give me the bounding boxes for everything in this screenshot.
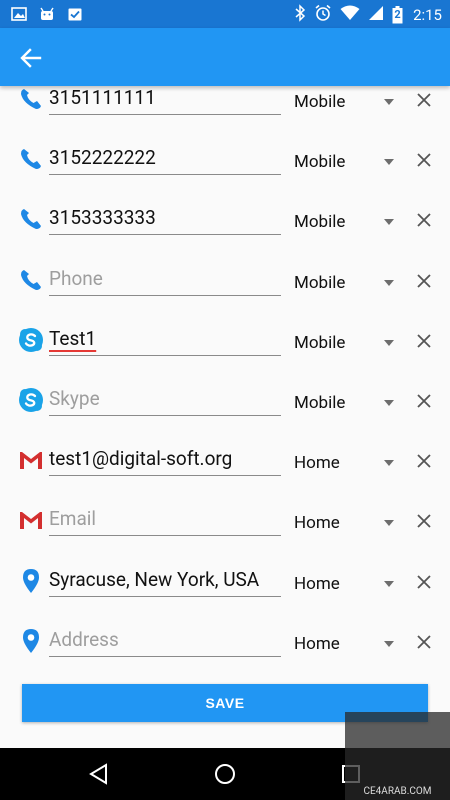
wifi-icon (340, 5, 360, 25)
android-notification-icon (38, 5, 56, 23)
remove-field-icon[interactable] (414, 90, 434, 110)
gmail-icon (18, 507, 44, 533)
dropdown-arrow-icon[interactable] (384, 460, 394, 467)
input-value: 3151111111 (49, 86, 156, 109)
phone-icon (18, 146, 44, 172)
watermark-logo: CE4ARAB.COM (345, 712, 450, 800)
phone-input[interactable]: 3153333333 (49, 204, 281, 236)
status-bar: 2 2:15 (0, 0, 450, 28)
image-notification-icon (10, 5, 28, 23)
type-selector[interactable]: Home (294, 632, 340, 656)
type-selector[interactable]: Mobile (294, 90, 345, 114)
type-selector[interactable]: Home (294, 572, 340, 596)
remove-field-icon[interactable] (414, 331, 434, 351)
phone-icon (18, 267, 44, 293)
field-row: Phone Mobile (0, 251, 450, 311)
dropdown-arrow-icon[interactable] (384, 159, 394, 166)
field-row: 3153333333 Mobile (0, 190, 450, 250)
phone-input[interactable]: Phone (49, 265, 281, 296)
battery-icon: 2 (392, 6, 403, 24)
field-row: Skype Mobile (0, 371, 450, 431)
skype-icon (18, 327, 44, 353)
type-selector[interactable]: Mobile (294, 391, 345, 415)
dropdown-arrow-icon[interactable] (384, 279, 394, 286)
back-nav-icon[interactable] (86, 761, 112, 787)
input-placeholder: Address (49, 627, 119, 651)
phone-icon (18, 206, 44, 232)
skype-input[interactable]: Skype (49, 385, 281, 416)
field-row: test1@digital-soft.org Home (0, 431, 450, 491)
type-selector[interactable]: Mobile (294, 150, 345, 174)
remove-field-icon[interactable] (414, 150, 434, 170)
back-arrow-icon[interactable] (18, 45, 44, 71)
signal-icon (368, 5, 384, 25)
watermark-text: CE4ARAB.COM (363, 786, 432, 797)
skype-input[interactable]: Test1 (49, 325, 281, 356)
location-pin-input[interactable]: Address (49, 626, 281, 657)
type-selector[interactable]: Home (294, 511, 340, 535)
field-row: Syracuse, New York, USA Home (0, 552, 450, 612)
phone-input[interactable]: 3151111111 (49, 84, 281, 115)
bluetooth-icon (294, 4, 306, 26)
input-value: test1@digital-soft.org (49, 447, 233, 471)
app-bar (0, 28, 450, 86)
input-placeholder: Email (49, 507, 97, 531)
dropdown-arrow-icon[interactable] (384, 580, 394, 587)
type-selector[interactable]: Mobile (294, 331, 345, 355)
input-value: Test1 (49, 326, 97, 350)
remove-field-icon[interactable] (414, 391, 434, 411)
remove-field-icon[interactable] (414, 632, 434, 652)
gmail-input[interactable]: Email (49, 505, 281, 537)
input-placeholder: Phone (49, 266, 103, 290)
field-row: Test1 Mobile (0, 311, 450, 371)
gmail-input[interactable]: test1@digital-soft.org (49, 445, 281, 477)
skype-icon (18, 387, 44, 413)
checklist-notification-icon (66, 5, 84, 23)
battery-level: 2 (394, 8, 401, 21)
dropdown-arrow-icon[interactable] (384, 400, 394, 406)
field-row: Email Home (0, 491, 450, 551)
remove-field-icon[interactable] (414, 210, 434, 230)
input-value: 3152222222 (49, 146, 156, 170)
input-value: Syracuse, New York, USA (49, 567, 260, 591)
remove-field-icon[interactable] (414, 511, 434, 531)
dropdown-arrow-icon[interactable] (384, 520, 394, 527)
input-value: 3153333333 (49, 206, 156, 230)
input-placeholder: Skype (49, 387, 100, 410)
phone-input[interactable]: 3152222222 (49, 144, 281, 176)
alarm-icon (314, 4, 332, 26)
phone-icon (18, 86, 44, 112)
location-pin-input[interactable]: Syracuse, New York, USA (49, 566, 281, 597)
location-pin-icon (18, 568, 44, 594)
remove-field-icon[interactable] (414, 451, 434, 471)
type-selector[interactable]: Home (294, 451, 340, 475)
home-nav-icon[interactable] (212, 761, 238, 787)
type-selector[interactable]: Mobile (294, 210, 345, 234)
clock-time: 2:15 (413, 6, 442, 24)
dropdown-arrow-icon[interactable] (384, 99, 394, 105)
field-row: Address Home (0, 612, 450, 672)
remove-field-icon[interactable] (414, 271, 434, 291)
dropdown-arrow-icon[interactable] (384, 339, 394, 346)
gmail-icon (18, 447, 44, 473)
type-selector[interactable]: Mobile (294, 271, 345, 295)
dropdown-arrow-icon[interactable] (384, 640, 394, 647)
dropdown-arrow-icon[interactable] (384, 219, 394, 226)
field-row: 3152222222 Mobile (0, 130, 450, 190)
location-pin-icon (18, 628, 44, 654)
remove-field-icon[interactable] (414, 572, 434, 592)
